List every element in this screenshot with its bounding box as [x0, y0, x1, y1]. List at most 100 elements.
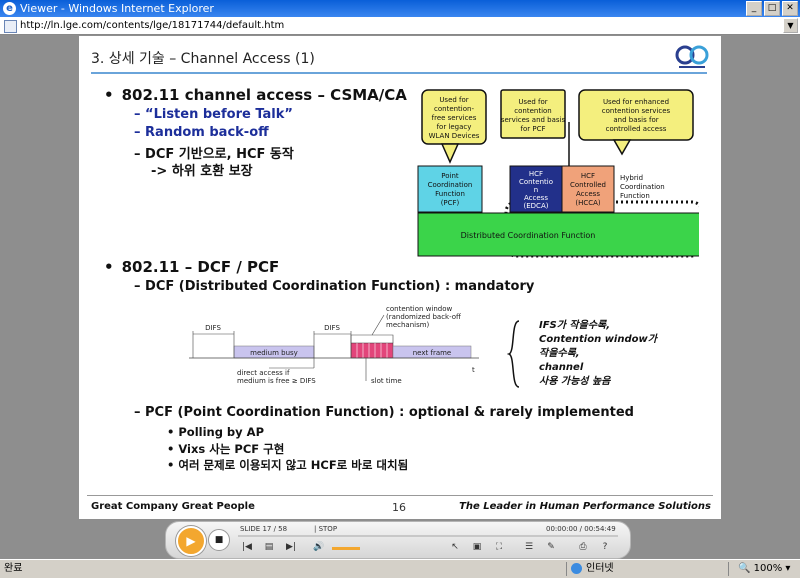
maximize-button[interactable]: □	[764, 1, 780, 16]
browser-content: 3. 상세 기술 – Channel Access (1) • 802.11 ch…	[0, 35, 800, 559]
volume-slider[interactable]	[332, 547, 360, 550]
ifs-note-line: 작을수록,	[539, 348, 580, 359]
internet-explorer-icon: e	[3, 2, 16, 15]
pointer-icon[interactable]: ↖	[448, 542, 462, 553]
address-url[interactable]: http://ln.lge.com/contents/lge/18171744/…	[20, 17, 284, 34]
ifs-note-line: 사용 가능성 높음	[539, 376, 611, 387]
zoom-level[interactable]: 🔍 100% ▾	[738, 560, 790, 578]
pcf-label-line: Point	[441, 172, 459, 180]
previous-slide-icon[interactable]: |◀	[240, 542, 254, 553]
direct-access-label-line: direct access if	[237, 369, 290, 377]
slot-time-label: slot time	[371, 377, 402, 385]
status-bar: 완료 인터넷 🔍 100% ▾	[0, 559, 800, 578]
slide-counter: SLIDE 17 / 58	[240, 525, 288, 533]
security-zone: 인터넷	[586, 563, 614, 574]
player-state: | STOP	[314, 525, 338, 533]
contention-window-bracket	[350, 334, 394, 343]
mac-architecture-diagram: Used for contention- free services for l…	[417, 89, 699, 258]
callout-contention-line: for PCF	[521, 125, 546, 133]
callout-legacy-line: free services	[432, 114, 477, 122]
print-icon[interactable]: ⎙	[576, 542, 590, 553]
slide-list-icon[interactable]: ▤	[262, 542, 276, 553]
hcf-contention-label-line: Contentio	[519, 178, 553, 186]
medium-busy-label: medium busy	[250, 349, 298, 357]
hcf-contention-label-line: Access	[524, 194, 548, 202]
contention-label-line: (randomized back-off	[386, 313, 461, 321]
footer-company: Great Company Great People	[91, 501, 255, 512]
callout-contention-line: services and basis	[501, 116, 566, 124]
progress-track[interactable]	[238, 535, 618, 537]
hcf-contention-label-line: HCF	[529, 170, 543, 178]
direct-access-label-line: medium is free ≥ DIFS	[237, 377, 316, 385]
page-icon	[4, 20, 17, 33]
title-rule	[91, 72, 707, 74]
minimize-button[interactable]: _	[746, 1, 762, 16]
pcf-vixs: • Vixs 사는 PCF 구현	[167, 442, 285, 456]
callout-enhanced-line: contention services	[602, 107, 671, 115]
hcf-controlled-label-line: Controlled	[570, 181, 606, 189]
sub-dcf-mandatory: – DCF (Distributed Coordination Function…	[134, 279, 535, 294]
window-titlebar: e Viewer - Windows Internet Explorer _ □…	[0, 0, 800, 17]
callout-enhanced-line: and basis for	[613, 116, 658, 124]
callout-legacy-line: WLAN Devices	[429, 132, 480, 140]
dcf-label: Distributed Coordination Function	[461, 231, 596, 240]
hcf-contention-label-line: (EDCA)	[524, 202, 549, 210]
footer-slogan: The Leader in Human Performance Solution…	[459, 501, 711, 512]
pcf-label-line: (PCF)	[441, 199, 460, 207]
sub-listen-before-talk: – “Listen before Talk”	[134, 107, 293, 122]
fullscreen-icon[interactable]: ▣	[470, 542, 484, 553]
callout-legacy-line: Used for	[439, 96, 468, 104]
contention-label-line: contention window	[386, 305, 453, 313]
address-bar[interactable]: http://ln.lge.com/contents/lge/18171744/…	[0, 17, 800, 35]
status-text: 완료	[4, 563, 23, 574]
callout-enhanced-line: Used for enhanced	[603, 98, 669, 106]
close-button[interactable]: ✕	[782, 1, 798, 16]
callout-legacy-line: contention-	[434, 105, 474, 113]
internet-zone-icon	[571, 563, 582, 574]
ifs-note-line: channel	[539, 362, 584, 373]
callout-legacy-pointer	[440, 143, 460, 164]
notes-icon[interactable]: ☰	[522, 542, 536, 553]
window-controls: _ □ ✕	[746, 1, 798, 16]
slide-title: 3. 상세 기술 – Channel Access (1)	[91, 51, 315, 67]
pen-icon[interactable]: ✎	[544, 542, 558, 553]
difs2-label: DIFS	[324, 324, 340, 332]
hcf-contention-label-line: n	[534, 186, 538, 194]
bullet-dcf-pcf: • 802.11 – DCF / PCF	[104, 258, 280, 276]
sub-pcf-optional: – PCF (Point Coordination Function) : op…	[134, 405, 634, 420]
fit-screen-icon[interactable]: ⛶	[492, 542, 506, 553]
callout-contention-line: Used for	[518, 98, 547, 106]
hybrid-label-line: Coordination	[620, 183, 665, 191]
callout-contention-line: contention	[514, 107, 551, 115]
address-dropdown-button[interactable]: ▼	[783, 18, 798, 33]
company-logo-icon	[675, 45, 709, 68]
status-separator	[566, 562, 567, 576]
help-icon[interactable]: ?	[598, 542, 612, 553]
stop-button[interactable]: ■	[208, 529, 230, 551]
ifs-note-line: Contention window가	[539, 334, 657, 345]
hcf-controlled-label-line: HCF	[581, 172, 595, 180]
hcf-controlled-label-line: Access	[576, 190, 600, 198]
footer-rule	[87, 495, 713, 496]
next-slide-icon[interactable]: ▶|	[284, 542, 298, 553]
hybrid-label-line: Hybrid	[620, 174, 643, 182]
brace-icon	[507, 320, 520, 388]
ifs-note: IFS가 작을수록, Contention window가 작을수록, chan…	[539, 319, 657, 389]
callout-enhanced-line: controlled access	[606, 125, 667, 133]
volume-icon[interactable]: 🔊	[312, 542, 326, 553]
bullet-channel-access: • 802.11 channel access – CSMA/CA	[104, 86, 407, 104]
media-player: ▶ ■ SLIDE 17 / 58 | STOP 00:00:00 / 00:5…	[165, 521, 631, 559]
pcf-replaced: • 여러 문제로 이용되지 않고 HCF로 바로 대치됨	[167, 458, 409, 472]
player-time: 00:00:00 / 00:54:49	[546, 525, 616, 533]
slide: 3. 상세 기술 – Channel Access (1) • 802.11 ch…	[79, 36, 721, 519]
hybrid-label-line: Function	[620, 192, 650, 200]
ifs-note-line: IFS가 작을수록,	[539, 320, 611, 331]
sub-backward-compat: -> 하위 호환 보장	[151, 164, 253, 179]
sub-random-backoff: – Random back-off	[134, 125, 269, 140]
pcf-label-line: Coordination	[428, 181, 473, 189]
time-axis-label: t	[472, 366, 475, 374]
play-button[interactable]: ▶	[176, 526, 206, 556]
contention-label-line: mechanism)	[386, 321, 430, 329]
window-title: Viewer - Windows Internet Explorer	[20, 2, 214, 15]
callout-legacy-line: for legacy	[437, 123, 472, 131]
